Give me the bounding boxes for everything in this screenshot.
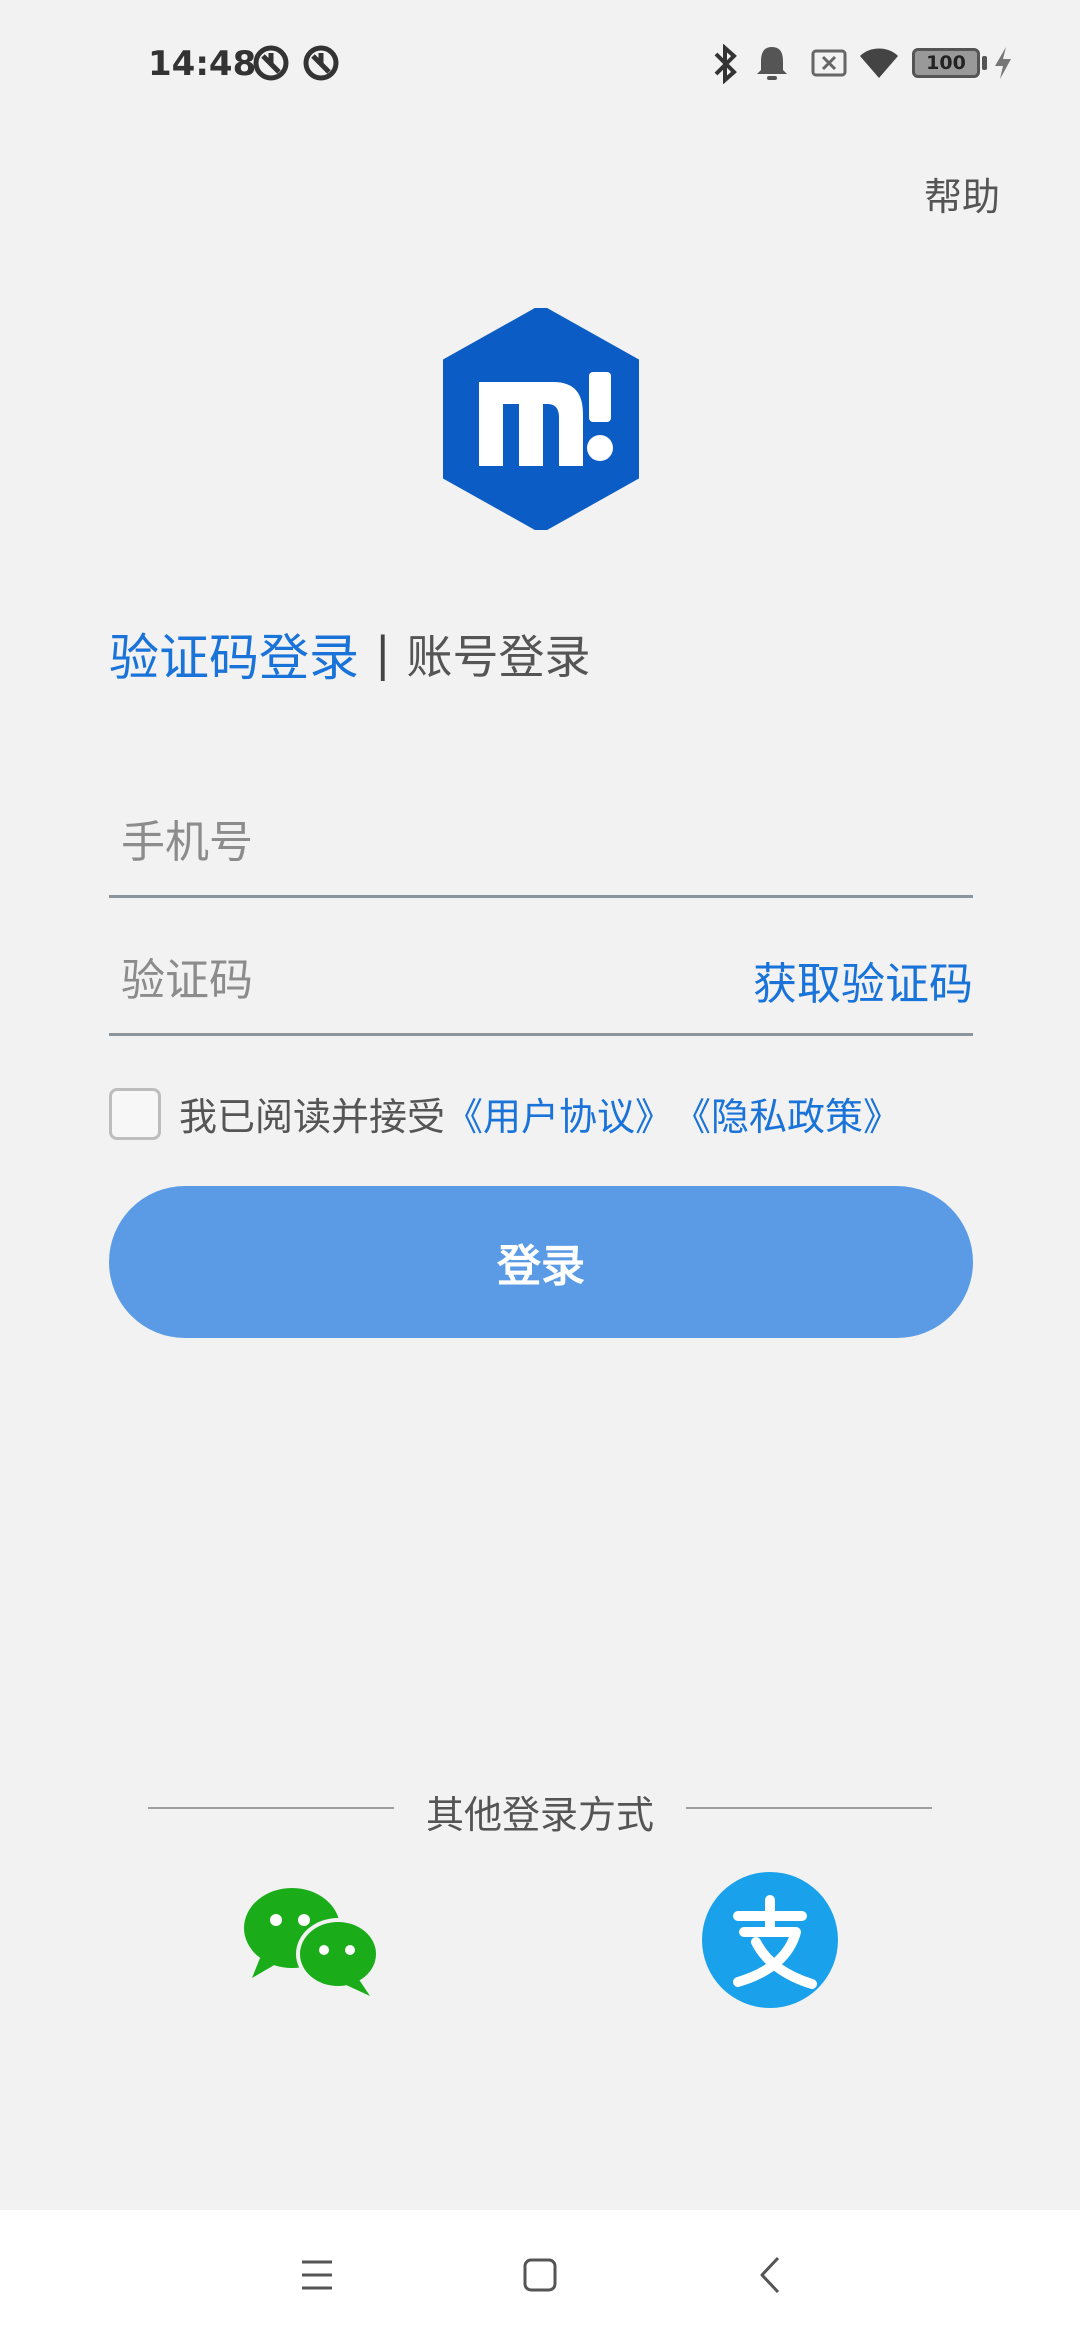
phone-field	[109, 788, 973, 898]
wechat-icon[interactable]	[242, 1886, 382, 1998]
bell-icon	[757, 47, 787, 80]
home-icon[interactable]	[522, 2250, 558, 2300]
login-button[interactable]: 登录	[109, 1186, 973, 1338]
wifi-icon	[860, 48, 898, 78]
bluetooth-icon	[714, 44, 737, 84]
other-login-divider: 其他登录方式	[148, 1780, 932, 1837]
app-logo	[443, 308, 639, 530]
sim-off-icon	[811, 49, 847, 77]
app-notification-icon	[253, 45, 289, 81]
get-code-button[interactable]: 获取验证码	[753, 948, 973, 1012]
status-time: 14:48	[148, 44, 257, 84]
tab-separator: |	[375, 627, 391, 681]
other-login-title: 其他登录方式	[425, 1793, 654, 1837]
menu-icon[interactable]	[300, 2250, 334, 2300]
app-notification-icon	[303, 45, 339, 81]
alipay-icon[interactable]	[700, 1870, 840, 2010]
battery-level: 100	[926, 52, 966, 74]
login-tabs: 验证码登录 | 账号登录	[109, 618, 591, 690]
agreement-text: 我已阅读并接受	[179, 1095, 446, 1139]
tab-account-login[interactable]: 账号登录	[407, 621, 591, 687]
status-bar: 14:48 100	[0, 0, 1080, 120]
login-page: 14:48 100 帮助 验证码登录 | 账号登录 手机号 验证码 获取验证码 …	[0, 0, 1080, 2340]
phone-input[interactable]	[121, 802, 721, 882]
charging-icon	[995, 47, 1011, 79]
divider-line-right	[686, 1807, 932, 1809]
battery-tip	[982, 56, 987, 70]
battery-icon: 100	[912, 48, 980, 78]
user-agreement-link[interactable]: 《用户协议》	[445, 1086, 673, 1141]
back-icon[interactable]	[756, 2250, 786, 2300]
code-input[interactable]	[121, 940, 721, 1020]
agreement-checkbox[interactable]	[109, 1087, 161, 1140]
agreement-row: 我已阅读并接受 《用户协议》 《隐私政策》	[109, 1086, 901, 1141]
tab-code-login[interactable]: 验证码登录	[109, 618, 359, 690]
system-nav-bar	[0, 2210, 1080, 2340]
code-field: 获取验证码	[109, 926, 973, 1036]
help-link[interactable]: 帮助	[924, 166, 1000, 221]
privacy-policy-link[interactable]: 《隐私政策》	[673, 1086, 901, 1141]
